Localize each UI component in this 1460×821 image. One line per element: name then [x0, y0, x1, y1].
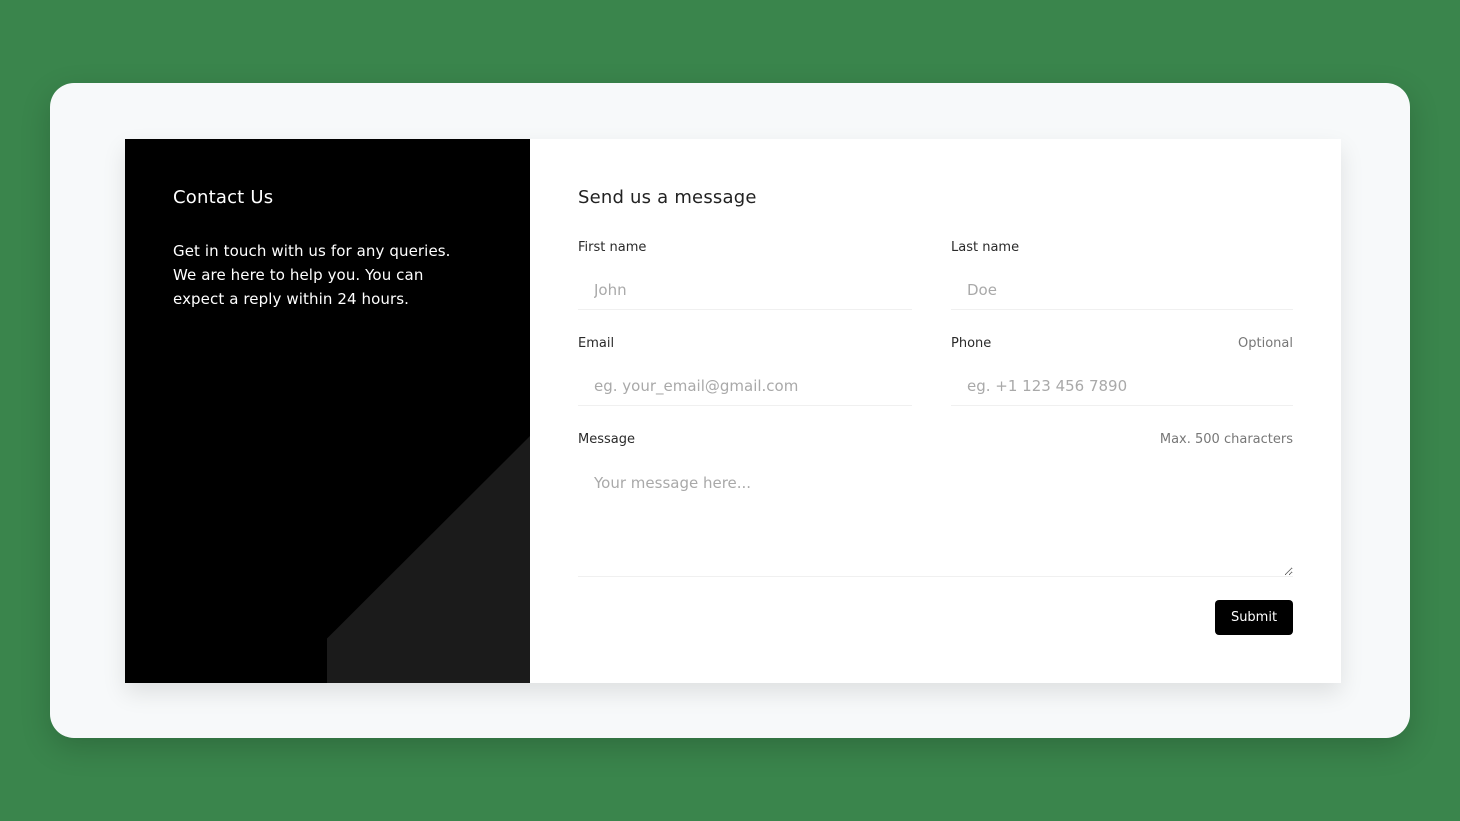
first-name-input[interactable]: [578, 270, 912, 310]
message-max-hint: Max. 500 characters: [1159, 432, 1293, 447]
message-textarea[interactable]: [578, 462, 1293, 577]
email-label: Email: [578, 336, 615, 351]
info-title: Contact Us: [173, 187, 274, 208]
contact-card: Contact Us Get in touch with us for any …: [125, 139, 1341, 683]
last-name-label: Last name: [951, 240, 1020, 255]
info-panel: Contact Us Get in touch with us for any …: [125, 139, 530, 683]
phone-group: Phone Optional: [951, 336, 1293, 406]
last-name-input[interactable]: [951, 270, 1293, 310]
message-group: Message Max. 500 characters: [578, 432, 1293, 577]
outer-frame: Contact Us Get in touch with us for any …: [50, 83, 1410, 738]
submit-button[interactable]: Submit: [1215, 600, 1293, 635]
first-name-group: First name: [578, 240, 912, 310]
email-group: Email: [578, 336, 912, 406]
email-input[interactable]: [578, 366, 912, 406]
form-title: Send us a message: [578, 187, 757, 208]
message-label: Message: [578, 432, 635, 447]
last-name-group: Last name: [951, 240, 1293, 310]
phone-optional-hint: Optional: [1238, 336, 1293, 351]
phone-label: Phone: [951, 336, 992, 351]
info-description: Get in touch with us for any queries. We…: [173, 242, 451, 308]
form-panel: Send us a message First name Last name E…: [530, 139, 1341, 683]
decorative-shape: [327, 436, 530, 683]
phone-input[interactable]: [951, 366, 1293, 406]
first-name-label: First name: [578, 240, 647, 255]
